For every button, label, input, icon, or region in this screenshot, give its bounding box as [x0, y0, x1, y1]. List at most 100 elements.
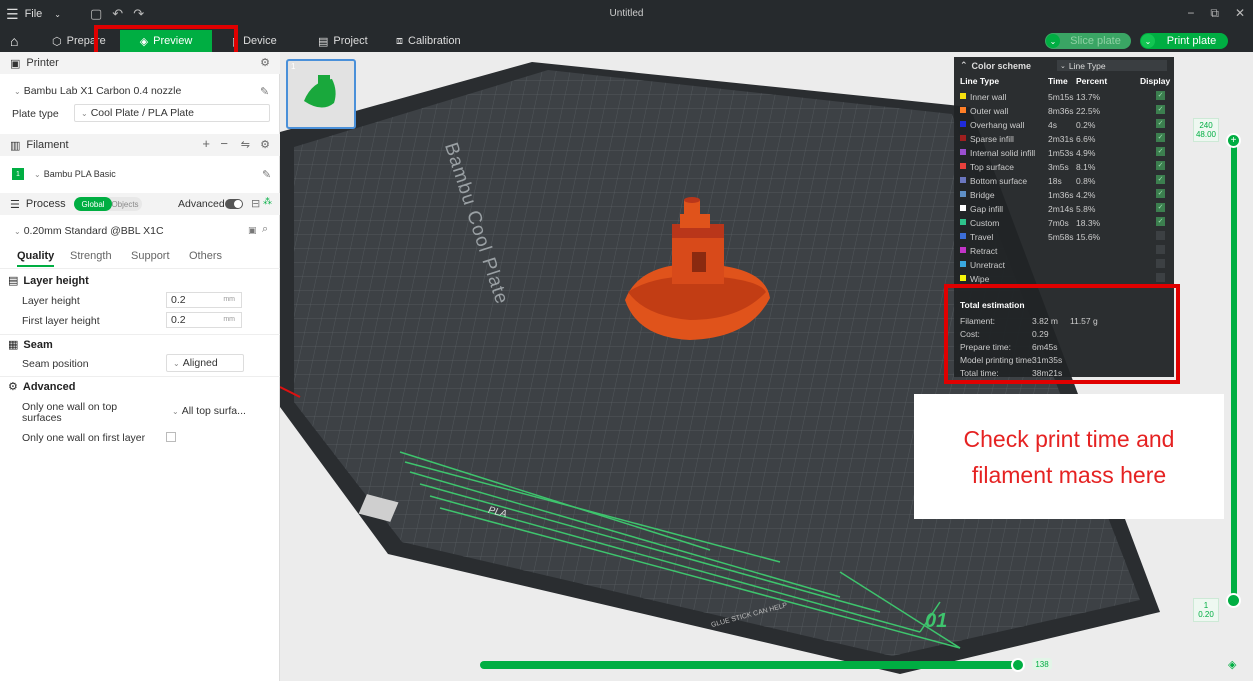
process-subtabs: Quality Strength Support Others	[0, 247, 280, 269]
display-checkbox[interactable]: ✓	[1156, 161, 1165, 170]
advanced-switch[interactable]	[225, 199, 243, 209]
redo-icon[interactable]: ↷	[133, 6, 144, 22]
chevron-down-icon: ⌄	[173, 358, 180, 368]
filament-color-swatch[interactable]: 1	[12, 168, 24, 180]
line-type-percent: 4.2%	[1076, 190, 1096, 200]
legend-row: Custom 7m0s 18.3% ✓	[960, 216, 1170, 229]
tab-project[interactable]: ▤ Project	[318, 30, 368, 52]
seam-position-value: Aligned	[182, 357, 218, 369]
sync-icon[interactable]: ⇋	[241, 138, 250, 151]
print-plate-button[interactable]: ⌄ Print plate	[1140, 33, 1228, 49]
horizontal-slider-value: 138	[1032, 658, 1052, 670]
line-type-name: Bridge	[970, 190, 995, 200]
settings-icon[interactable]: ⚙	[260, 56, 270, 69]
legend-row: Gap infill 2m14s 5.8% ✓	[960, 202, 1170, 215]
global-toggle[interactable]: Global	[74, 197, 112, 211]
printer-section-header: ▣ Printer ⚙	[0, 52, 280, 74]
line-type-swatch	[960, 107, 966, 113]
line-type-percent: 8.1%	[1076, 162, 1096, 172]
display-checkbox[interactable]: ✓	[1156, 203, 1165, 212]
seam-group-label: Seam	[23, 338, 53, 351]
settings-icon[interactable]: ⚙	[260, 138, 270, 151]
display-checkbox[interactable]	[1156, 245, 1165, 254]
seam-position-select[interactable]: ⌄ Aligned	[166, 354, 244, 372]
chevron-down-icon: ⌄	[54, 9, 61, 19]
display-checkbox[interactable]: ✓	[1156, 217, 1165, 226]
plate-type-select[interactable]: ⌄ Cool Plate / PLA Plate	[74, 104, 270, 122]
display-checkbox[interactable]: ✓	[1156, 189, 1165, 198]
calibration-icon: ⧈	[396, 34, 403, 47]
display-checkbox[interactable]: ✓	[1156, 133, 1165, 142]
line-type-swatch	[960, 275, 966, 281]
undo-icon[interactable]: ↶	[112, 6, 123, 22]
tab-device[interactable]: ▯ Device	[232, 30, 277, 52]
line-type-percent: 0.8%	[1076, 176, 1096, 186]
subtab-others[interactable]: Others	[189, 250, 222, 262]
display-checkbox[interactable]: ✓	[1156, 175, 1165, 184]
horizontal-slider-handle[interactable]	[1011, 658, 1025, 672]
one-wall-first-label: Only one wall on first layer	[22, 432, 146, 444]
display-checkbox[interactable]	[1156, 259, 1165, 268]
edit-icon[interactable]: ✎	[262, 168, 271, 181]
color-scheme-header[interactable]: ⌃ Color scheme	[960, 60, 1031, 71]
line-type-name: Overhang wall	[970, 120, 1025, 130]
chevron-down-icon[interactable]: ⌄	[1046, 34, 1060, 48]
subtab-support[interactable]: Support	[131, 250, 170, 262]
line-type-percent: 5.8%	[1076, 204, 1096, 214]
layer-slider-bottom-handle[interactable]	[1226, 593, 1241, 608]
chevron-down-icon[interactable]: ⌄	[1141, 34, 1155, 48]
legend-row: Top surface 3m5s 8.1% ✓	[960, 160, 1170, 173]
line-type-percent: 15.6%	[1076, 232, 1101, 242]
slice-plate-button[interactable]: ⌄ Slice plate	[1045, 33, 1131, 49]
minimize-icon[interactable]: −	[1187, 6, 1194, 21]
display-checkbox[interactable]	[1156, 273, 1165, 282]
layer-slider-top-handle[interactable]: +	[1226, 133, 1241, 148]
add-icon[interactable]: +	[202, 136, 210, 151]
compare-icon[interactable]: ⊟	[251, 197, 260, 210]
close-icon[interactable]: ✕	[1235, 6, 1245, 21]
chevron-down-icon: ⌄	[14, 226, 21, 236]
horizontal-move-slider[interactable]	[480, 661, 1020, 669]
layers-icon[interactable]: ◈	[1228, 658, 1236, 671]
chevron-down-icon: ⌄	[1060, 62, 1066, 70]
seam-icon: ▦	[8, 339, 19, 351]
chevron-down-icon: ⌄	[34, 169, 41, 179]
restore-icon[interactable]: ⧉	[1210, 6, 1219, 21]
objects-toggle[interactable]: Objects	[108, 197, 142, 211]
layer-height-input[interactable]: 0.2 mm	[166, 292, 242, 308]
line-type-name: Sparse infill	[970, 134, 1014, 144]
subtab-quality[interactable]: Quality	[17, 250, 55, 267]
display-checkbox[interactable]: ✓	[1156, 105, 1165, 114]
chevron-down-icon: ⌄	[81, 108, 88, 118]
tab-calibration[interactable]: ⧈ Calibration	[396, 30, 461, 52]
file-menu[interactable]: ☰ File ⌄	[6, 7, 61, 21]
save-icon[interactable]: ▢	[90, 6, 102, 22]
display-checkbox[interactable]	[1156, 231, 1165, 240]
thumbnail-model-icon	[304, 75, 336, 108]
one-wall-first-checkbox[interactable]	[166, 432, 176, 442]
one-wall-top-select[interactable]: ⌄ All top surfa...	[166, 402, 246, 420]
printer-select[interactable]: ⌄ Bambu Lab X1 Carbon 0.4 nozzle	[8, 82, 256, 100]
first-layer-height-input[interactable]: 0.2 mm	[166, 312, 242, 328]
filament-select[interactable]: ⌄ Bambu PLA Basic	[28, 165, 258, 183]
display-checkbox[interactable]: ✓	[1156, 91, 1165, 100]
3d-viewport[interactable]: Bambu Cool Plate PLA GLUE STICK CAN HELP…	[280, 52, 1253, 681]
home-icon[interactable]: ⌂	[10, 33, 18, 49]
display-checkbox[interactable]: ✓	[1156, 147, 1165, 156]
edit-icon[interactable]: ✎	[260, 85, 269, 98]
line-type-select[interactable]: ⌄ Line Type	[1057, 60, 1167, 71]
display-checkbox[interactable]: ✓	[1156, 119, 1165, 128]
search-icon[interactable]: ⌕	[262, 223, 268, 236]
filament-select-value: Bambu PLA Basic	[43, 169, 116, 179]
line-type-time: 7m0s	[1048, 218, 1069, 228]
split-icon[interactable]: ⁂	[263, 196, 272, 207]
layer-slider[interactable]	[1231, 140, 1237, 598]
save-icon[interactable]: ▣	[248, 225, 257, 236]
print-plate-label: Print plate	[1166, 35, 1217, 47]
line-type-name: Unretract	[970, 260, 1005, 270]
divider	[0, 334, 280, 335]
plate-thumbnail[interactable]: 1	[286, 59, 356, 129]
process-preset-select[interactable]: ⌄ 0.20mm Standard @BBL X1C	[8, 222, 248, 240]
remove-icon[interactable]: −	[220, 136, 228, 151]
subtab-strength[interactable]: Strength	[70, 250, 112, 262]
